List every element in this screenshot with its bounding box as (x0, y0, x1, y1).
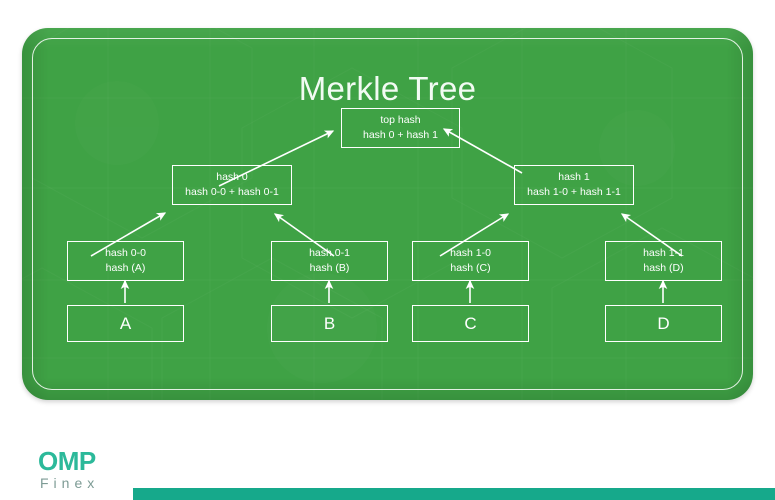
merkle-tree-card: Merkle Tree top hash hash 0 + hash 1 has… (22, 28, 753, 400)
node-data-d[interactable]: D (605, 305, 722, 342)
node-label: C (464, 313, 477, 333)
node-hash-0-0[interactable]: hash 0-0 hash (A) (67, 241, 184, 281)
node-line-2: hash (A) (105, 262, 146, 274)
node-data-c[interactable]: C (412, 305, 529, 342)
node-top-hash[interactable]: top hash hash 0 + hash 1 (341, 108, 460, 148)
node-hash-1-0[interactable]: hash 1-0 hash (C) (412, 241, 529, 281)
node-line-1: hash 0 (216, 171, 248, 183)
node-label: D (657, 313, 670, 333)
node-data-a[interactable]: A (67, 305, 184, 342)
node-line-1: hash 0-0 (105, 247, 146, 259)
node-line-1: hash 1-1 (643, 247, 684, 259)
node-line-2: hash 1-0 + hash 1-1 (527, 186, 621, 198)
node-line-1: hash 0-1 (309, 247, 350, 259)
node-line-2: hash (C) (450, 262, 491, 274)
node-label: A (119, 313, 132, 333)
node-line-1: hash 1-0 (450, 247, 491, 259)
node-hash-0[interactable]: hash 0 hash 0-0 + hash 0-1 (172, 165, 292, 205)
brand-logo-subtitle: Finex (40, 475, 100, 491)
node-hash-1-1[interactable]: hash 1-1 hash (D) (605, 241, 722, 281)
node-line-2: hash 0 + hash 1 (362, 129, 439, 141)
node-line-1: hash 1 (558, 171, 590, 183)
brand-logo-mark: OMP (38, 446, 96, 476)
node-data-b[interactable]: B (271, 305, 388, 342)
brand-logo[interactable]: OMP Finex (38, 448, 138, 492)
page-title: Merkle Tree (298, 70, 477, 107)
node-hash-0-1[interactable]: hash 0-1 hash (B) (271, 241, 388, 281)
node-line-2: hash (B) (309, 262, 350, 274)
node-line-1: top hash (380, 114, 421, 126)
node-line-2: hash 0-0 + hash 0-1 (185, 186, 279, 198)
footer-accent-bar (133, 488, 775, 500)
node-line-2: hash (D) (643, 262, 684, 274)
node-label: B (323, 313, 336, 333)
node-hash-1[interactable]: hash 1 hash 1-0 + hash 1-1 (514, 165, 634, 205)
